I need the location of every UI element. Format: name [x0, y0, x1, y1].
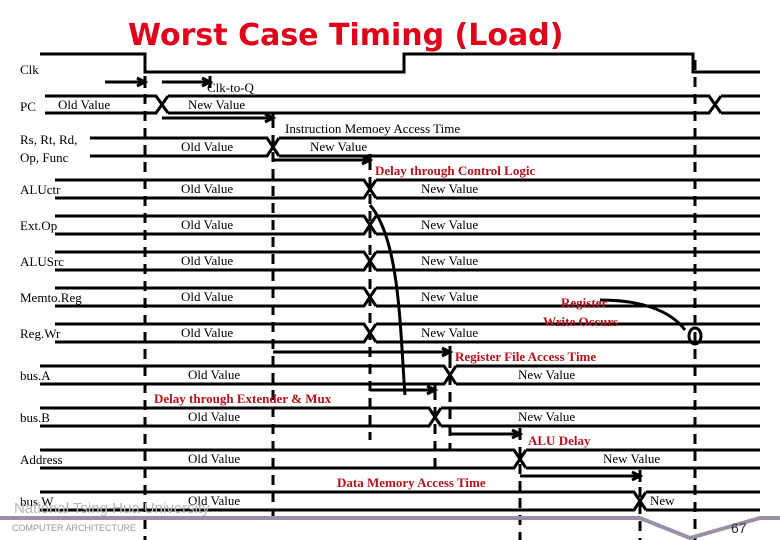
signal-label-aluctr: ALUctr — [20, 182, 61, 197]
busb-old-value: Old Value — [188, 409, 240, 424]
bus-waveform-7 — [40, 364, 760, 386]
imem-access-label: Instruction Memoey Access Time — [285, 121, 460, 136]
interval-arrow-5 — [370, 384, 439, 396]
bus-waveform-0 — [45, 94, 760, 115]
pc-old-value: Old Value — [58, 97, 110, 112]
clock-waveform — [40, 52, 760, 74]
signal-label-clk: Clk — [20, 62, 39, 77]
busa-old-value: Old Value — [188, 367, 240, 382]
aluctr-new-value: New Value — [421, 181, 478, 196]
regwr-new-value: New Value — [421, 325, 478, 340]
regfile-access-label: Register File Access Time — [455, 349, 596, 364]
extop-new-value: New Value — [421, 217, 478, 232]
dmem-access-label: Data Memory Access Time — [337, 475, 486, 490]
signal-label-address: Address — [20, 452, 63, 467]
alu-delay-label: ALU Delay — [528, 433, 591, 448]
bus-waveform-3 — [55, 214, 760, 236]
signal-label-busb: bus.B — [20, 410, 50, 425]
signal-label-op: Op, Func — [20, 150, 69, 165]
interval-arrow-1 — [162, 76, 214, 88]
rs-old-value: Old Value — [181, 139, 233, 154]
course-name: COMPUTER ARCHITECTURE — [12, 523, 136, 533]
interval-arrow-4 — [273, 346, 454, 358]
bus-waveform-4 — [55, 250, 760, 272]
timing-diagram: Worst Case Timing (Load) Clk PC Rs, Rt, … — [0, 18, 780, 540]
signal-label-rs: Rs, Rt, Rd, — [20, 132, 77, 147]
signal-label-extop: Ext.Op — [20, 218, 57, 233]
rs-new-value: New Value — [310, 139, 367, 154]
address-old-value: Old Value — [188, 451, 240, 466]
register-write-label-1: Register — [561, 295, 607, 310]
aluctr-old-value: Old Value — [181, 181, 233, 196]
signal-label-memtoreg: Memto.Reg — [20, 290, 82, 305]
interval-arrow-7 — [520, 470, 644, 482]
busb-new-value: New Value — [518, 409, 575, 424]
interval-arrow-0 — [105, 76, 149, 88]
memtoreg-new-value: New Value — [421, 289, 478, 304]
control-delay-label: Delay through Control Logic — [375, 163, 535, 178]
interval-arrow-6 — [450, 428, 524, 440]
memtoreg-old-value: Old Value — [181, 289, 233, 304]
signal-label-pc: PC — [20, 99, 36, 114]
bus-waveform-6 — [55, 322, 760, 344]
clk-to-q-label: Clk-to-Q — [207, 80, 255, 95]
signal-label-alusrc: ALUSrc — [20, 254, 64, 269]
signal-label-busa: bus.A — [20, 368, 51, 383]
pc-new-value: New Value — [188, 97, 245, 112]
page-number: 67 — [731, 520, 747, 536]
busa-new-value: New Value — [518, 367, 575, 382]
regwr-old-value: Old Value — [181, 325, 233, 340]
slide-title: Worst Case Timing (Load) — [128, 18, 563, 53]
bus-waveform-5 — [55, 286, 760, 308]
signal-label-regwr: Reg.Wr — [20, 326, 61, 341]
extender-delay-label: Delay through Extender & Mux — [154, 391, 332, 406]
busw-new-value: New — [650, 493, 675, 508]
extop-old-value: Old Value — [181, 217, 233, 232]
register-write-label-2: Write Occurs — [543, 314, 618, 329]
alusrc-old-value: Old Value — [181, 253, 233, 268]
address-new-value: New Value — [603, 451, 660, 466]
bus-waveform-8 — [40, 406, 760, 428]
bus-waveform-2 — [55, 178, 760, 200]
university-watermark: National Tsing Hua University — [14, 500, 210, 517]
alusrc-new-value: New Value — [421, 253, 478, 268]
